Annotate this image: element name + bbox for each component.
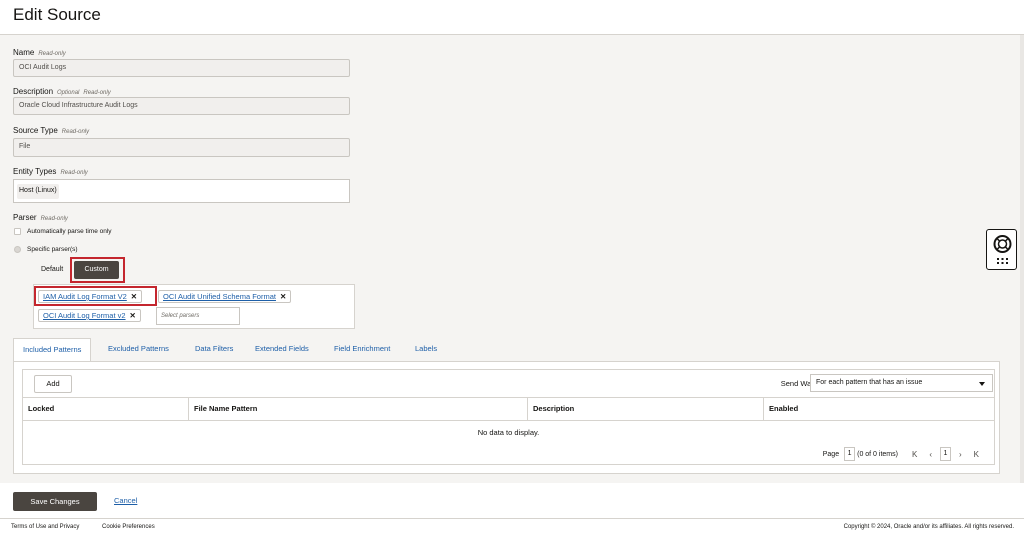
source-type-label-text: Source Type bbox=[13, 126, 58, 135]
entity-types-field[interactable]: Host (Linux) bbox=[13, 179, 350, 203]
column-description[interactable]: Description bbox=[528, 398, 764, 420]
page-title: Edit Source bbox=[13, 5, 101, 24]
page-label: Page bbox=[822, 450, 840, 458]
last-page-icon[interactable]: K bbox=[974, 450, 979, 459]
source-type-readonly-hint: Read-only bbox=[61, 129, 90, 135]
source-type-field[interactable]: File bbox=[13, 138, 350, 157]
column-enabled[interactable]: Enabled bbox=[764, 398, 994, 420]
send-warning-value: For each pattern that has an issue bbox=[816, 379, 923, 386]
parser-readonly-hint: Read-only bbox=[40, 216, 68, 222]
parser-tag-oci-unified[interactable]: OCI Audit Unified Schema Format ✕ bbox=[158, 290, 292, 303]
page-input[interactable]: 1 bbox=[844, 447, 856, 461]
tab-bar: Included Patterns Excluded Patterns Data… bbox=[13, 338, 1000, 362]
parser-mode-default[interactable]: Default bbox=[41, 266, 63, 273]
description-field[interactable]: Oracle Cloud Infrastructure Audit Logs bbox=[13, 97, 350, 115]
vertical-scrollbar[interactable] bbox=[1020, 35, 1024, 483]
lifebuoy-icon[interactable] bbox=[987, 230, 1018, 271]
tab-excluded-patterns[interactable]: Excluded Patterns bbox=[108, 338, 169, 362]
column-file-name-pattern[interactable]: File Name Pattern bbox=[189, 398, 528, 420]
previous-page-icon[interactable]: ‹ bbox=[929, 450, 932, 459]
tab-labels[interactable]: Labels bbox=[415, 338, 437, 362]
save-changes-button[interactable]: Save Changes bbox=[13, 492, 97, 511]
page-header: Edit Source bbox=[0, 0, 1024, 35]
select-parsers-input[interactable]: Select parsers bbox=[156, 307, 240, 325]
name-readonly-hint: Read-only bbox=[38, 51, 66, 57]
description-label-text: Description bbox=[13, 87, 54, 96]
entity-type-chip: Host (Linux) bbox=[17, 184, 59, 199]
column-locked[interactable]: Locked bbox=[23, 398, 189, 420]
specific-parsers-option[interactable]: Specific parser(s) bbox=[14, 246, 78, 253]
description-label: Description Optional Read-only bbox=[13, 87, 111, 96]
auto-parse-label: Automatically parse time only bbox=[27, 228, 112, 235]
included-patterns-panel: Add Send Warning For each pattern that h… bbox=[13, 361, 1000, 474]
current-page-button[interactable]: 1 bbox=[939, 447, 951, 461]
tab-extended-fields[interactable]: Extended Fields bbox=[255, 338, 309, 362]
name-label-text: Name bbox=[13, 48, 35, 57]
auto-parse-option[interactable]: Automatically parse time only bbox=[14, 228, 112, 235]
parser-label-text: Parser bbox=[13, 213, 37, 222]
first-page-icon[interactable]: K bbox=[912, 450, 917, 459]
parser-tag-oci-unified-label[interactable]: OCI Audit Unified Schema Format bbox=[163, 292, 276, 301]
description-readonly-hint: Read-only bbox=[83, 90, 111, 96]
entity-types-readonly-hint: Read-only bbox=[60, 170, 88, 176]
name-label: Name Read-only bbox=[13, 48, 66, 57]
description-optional-hint: Optional bbox=[57, 90, 80, 96]
name-field[interactable]: OCI Audit Logs bbox=[13, 59, 350, 77]
send-warning-select[interactable]: For each pattern that has an issue bbox=[810, 374, 993, 392]
table-header: Locked File Name Pattern Description Ena… bbox=[23, 397, 994, 421]
next-page-icon[interactable]: › bbox=[959, 450, 962, 459]
help-widget[interactable] bbox=[986, 229, 1017, 270]
parser-tag-oci-v2-label[interactable]: OCI Audit Log Format v2 bbox=[43, 311, 126, 320]
cancel-link[interactable]: Cancel bbox=[114, 496, 137, 505]
empty-table-message: No data to display. bbox=[477, 428, 540, 437]
pagination: Page 1 (0 of 0 items) K ‹ 1 › K bbox=[823, 447, 985, 461]
tab-field-enrichment[interactable]: Field Enrichment bbox=[334, 338, 390, 362]
chevron-down-icon bbox=[979, 382, 985, 386]
page-summary: (0 of 0 items) bbox=[857, 450, 898, 458]
parser-tag-oci-v2[interactable]: OCI Audit Log Format v2 ✕ bbox=[38, 309, 141, 322]
entity-types-label-text: Entity Types bbox=[13, 167, 57, 176]
add-button[interactable]: Add bbox=[34, 375, 72, 393]
source-type-label: Source Type Read-only bbox=[13, 126, 89, 135]
specific-parsers-radio[interactable] bbox=[14, 246, 21, 253]
highlight-custom bbox=[70, 257, 125, 283]
tab-data-filters[interactable]: Data Filters bbox=[195, 338, 233, 362]
highlight-iam-parser bbox=[34, 286, 157, 306]
page-footer: Terms of Use and Privacy Cookie Preferen… bbox=[0, 518, 1024, 534]
remove-icon[interactable]: ✕ bbox=[280, 292, 286, 301]
copyright-text: Copyright © 2024, Oracle and/or its affi… bbox=[843, 524, 1014, 530]
remove-icon[interactable]: ✕ bbox=[130, 311, 136, 320]
entity-types-label: Entity Types Read-only bbox=[13, 167, 88, 176]
parser-label: Parser Read-only bbox=[13, 213, 68, 222]
cookie-preferences-link[interactable]: Cookie Preferences bbox=[102, 524, 155, 530]
auto-parse-checkbox[interactable] bbox=[14, 228, 21, 235]
tab-included-patterns[interactable]: Included Patterns bbox=[13, 338, 92, 362]
specific-parsers-label: Specific parser(s) bbox=[27, 246, 78, 253]
patterns-table-container: Add Send Warning For each pattern that h… bbox=[22, 369, 995, 465]
terms-link[interactable]: Terms of Use and Privacy bbox=[11, 524, 79, 530]
